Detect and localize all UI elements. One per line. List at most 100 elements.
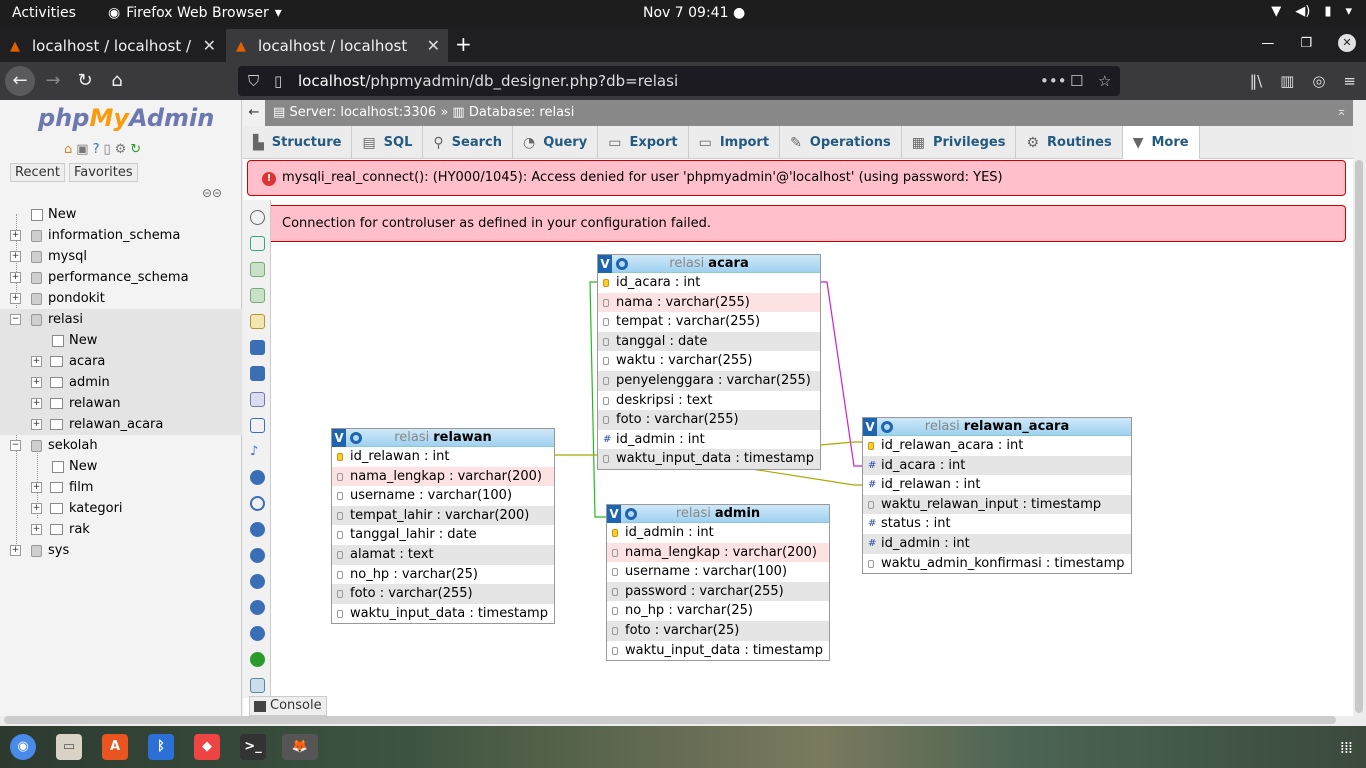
phpmyadmin-logo[interactable]: phpMyAdmin [38, 104, 214, 132]
tree-item-table-admin[interactable]: + admin [0, 372, 242, 393]
tree-item-relasi[interactable]: − relasi [0, 309, 242, 330]
browser-tab[interactable]: ▲ localhost / localhost / po ✕ [0, 29, 224, 62]
chromium-icon[interactable]: ◉ [10, 734, 36, 760]
system-tray[interactable]: ▼ ◀) ▮ ▾ [1271, 4, 1352, 19]
designer-column[interactable]: penyelenggara : varchar(255) [598, 370, 820, 391]
designer-column[interactable]: nama_lengkap : varchar(200) [607, 542, 829, 563]
designer-column[interactable]: tempat_lahir : varchar(200) [332, 505, 554, 526]
home-button[interactable]: ⌂ [102, 66, 132, 96]
maximize-icon[interactable]: ❐ [1300, 36, 1312, 51]
expand-icon[interactable]: + [31, 503, 42, 514]
designer-column[interactable]: nama_lengkap : varchar(200) [332, 466, 554, 487]
activities-button[interactable]: Activities [12, 5, 76, 21]
forward-button[interactable]: → [38, 66, 68, 96]
expand-icon[interactable]: + [31, 356, 42, 367]
tree-item-table-kategori[interactable]: + kategori [0, 498, 242, 519]
expand-icon[interactable]: + [31, 377, 42, 388]
favorites-button[interactable]: Favorites [68, 163, 138, 182]
bookmark-star-icon[interactable]: ☆ [1098, 72, 1111, 90]
collapse-icon[interactable]: − [10, 440, 21, 451]
library-icon[interactable]: ‖\ [1250, 72, 1263, 90]
designer-column[interactable]: # id_admin : int [598, 430, 820, 450]
tree-item-table-relawan-acara[interactable]: + relawan_acara [0, 414, 242, 435]
account-icon[interactable]: ◎ [1312, 72, 1325, 90]
designer-column[interactable]: waktu_relawan_input : timestamp [863, 494, 1131, 515]
tree-item-sekolah[interactable]: − sekolah [0, 435, 242, 456]
close-tab-icon[interactable]: ✕ [203, 36, 216, 55]
designer-table-relawan[interactable]: V relasi relawan id_relawan : int nama_le… [331, 428, 555, 625]
designer-table-acara[interactable]: V relasi acara id_acara : int nama : varc… [597, 254, 821, 470]
designer-column[interactable]: tempat : varchar(255) [598, 312, 820, 332]
designer-column[interactable]: waktu_input_data : timestamp [607, 641, 829, 661]
sidebar-toggle-icon[interactable]: ▥ [1280, 72, 1294, 90]
designer-column[interactable]: # id_acara : int [863, 455, 1131, 476]
designer-table-header[interactable]: V relasi relawan [332, 429, 554, 447]
designer-column[interactable]: foto : varchar(255) [598, 410, 820, 430]
tree-item-table-rak[interactable]: + rak [0, 519, 242, 540]
anydesk-icon[interactable]: ◆ [194, 734, 220, 760]
expand-icon[interactable]: + [31, 482, 42, 493]
clock[interactable]: Nov 7 09:41 ● [643, 5, 745, 21]
designer-column[interactable]: nama : varchar(255) [598, 292, 820, 313]
designer-column[interactable]: alamat : text [332, 544, 554, 565]
home-icon[interactable]: ⌂ [64, 142, 72, 157]
vertical-scrollbar[interactable] [1355, 160, 1363, 713]
designer-column[interactable]: waktu_input_data : timestamp [332, 604, 554, 624]
page-actions-icon[interactable]: ••• [1040, 72, 1067, 90]
designer-column[interactable]: # id_relawan : int [863, 475, 1131, 495]
designer-column[interactable]: no_hp : varchar(25) [332, 565, 554, 585]
browser-tab-active[interactable]: ▲ localhost / localhost / rel ✕ [226, 29, 448, 62]
designer-column[interactable]: # status : int [863, 514, 1131, 534]
designer-column[interactable]: id_admin : int [607, 523, 829, 543]
tree-item-relasi-new[interactable]: New [0, 330, 242, 351]
close-tab-icon[interactable]: ✕ [427, 36, 440, 55]
firefox-dock-icon[interactable]: 🦊 [282, 734, 318, 760]
designer-column[interactable]: # id_admin : int [863, 533, 1131, 554]
tree-item-information-schema[interactable]: + information_schema [0, 225, 242, 246]
window-close-icon[interactable]: ✕ [1338, 34, 1356, 52]
collapse-icon[interactable]: − [10, 314, 21, 325]
shield-icon[interactable]: ⛉ [248, 72, 259, 90]
tree-item-sys[interactable]: + sys [0, 540, 242, 561]
tree-item-mysql[interactable]: + mysql [0, 246, 242, 267]
designer-column[interactable]: foto : varchar(25) [607, 620, 829, 641]
tree-item-table-film[interactable]: + film [0, 477, 242, 498]
expand-icon[interactable]: + [31, 398, 42, 409]
show-applications-icon[interactable]: ⁞⁞⁞ [1340, 738, 1353, 757]
designer-column[interactable]: deskripsi : text [598, 391, 820, 411]
console-toggle[interactable]: Console [249, 696, 327, 716]
hamburger-menu-icon[interactable]: ≡ [1343, 72, 1356, 90]
tree-item-performance-schema[interactable]: + performance_schema [0, 267, 242, 288]
designer-column[interactable]: username : varchar(100) [332, 486, 554, 506]
expand-icon[interactable]: + [10, 545, 21, 556]
designer-column[interactable]: id_acara : int [598, 273, 820, 293]
designer-column[interactable]: tanggal : date [598, 331, 820, 352]
bluetooth-icon[interactable]: ᛒ [148, 734, 174, 760]
tree-item-sekolah-new[interactable]: New [0, 456, 242, 477]
settings-gear-icon[interactable]: ⚙ [115, 142, 127, 157]
app-menu[interactable]: ◉ Firefox Web Browser ▾ [108, 5, 282, 21]
designer-column[interactable]: foto : varchar(255) [332, 584, 554, 604]
tree-item-table-relawan[interactable]: + relawan [0, 393, 242, 414]
designer-column[interactable]: username : varchar(100) [607, 562, 829, 582]
url-bar[interactable]: ⛉ ▯ localhost/phpmyadmin/db_designer.php… [238, 66, 1120, 96]
designer-column[interactable]: id_relawan_acara : int [863, 436, 1131, 456]
designer-table-header[interactable]: V relasi admin [607, 505, 829, 523]
expand-icon[interactable]: + [10, 251, 21, 262]
docs-icon[interactable]: ▯ [103, 142, 110, 157]
reload-nav-icon[interactable]: ↻ [130, 142, 141, 157]
expand-icon[interactable]: + [31, 524, 42, 535]
files-icon[interactable]: ▭ [56, 734, 82, 760]
page-info-icon[interactable]: ▯ [274, 72, 282, 90]
software-icon[interactable]: A [102, 734, 128, 760]
logout-icon[interactable]: ▣ [76, 142, 88, 157]
recent-button[interactable]: Recent [10, 163, 65, 182]
designer-column[interactable]: tanggal_lahir : date [332, 525, 554, 545]
terminal-icon[interactable]: >_ [240, 734, 266, 760]
tree-item-table-acara[interactable]: + acara [0, 351, 242, 372]
designer-table-header[interactable]: V relasi relawan_acara [863, 418, 1131, 436]
designer-column[interactable]: waktu : varchar(255) [598, 351, 820, 371]
designer-column[interactable]: id_relawan : int [332, 447, 554, 467]
expand-icon[interactable]: + [31, 419, 42, 430]
help-icon[interactable]: ? [93, 142, 100, 157]
